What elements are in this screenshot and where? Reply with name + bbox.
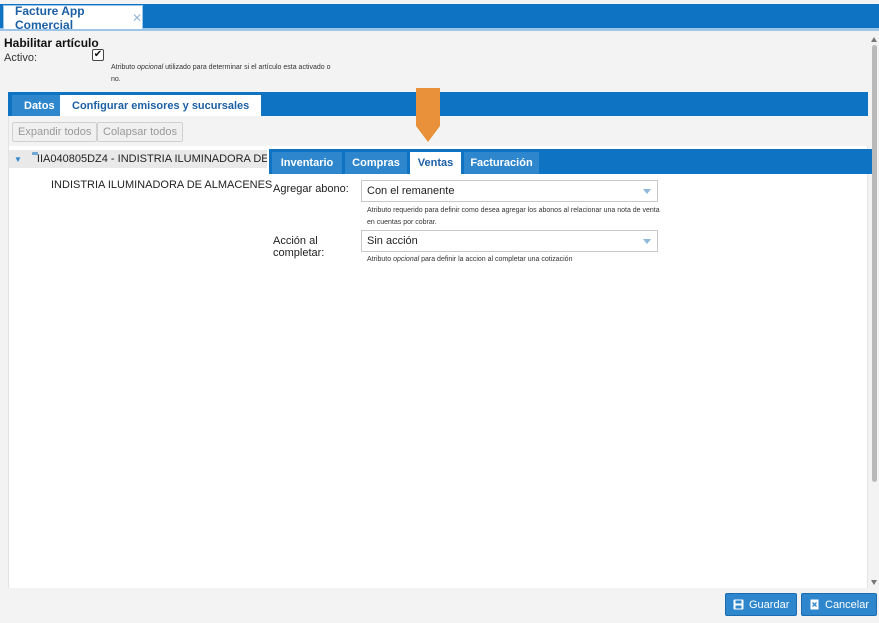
collapse-all-button[interactable]: Colapsar todos [97,122,183,142]
title-bar: Facture App Comercial ✕ [0,0,879,32]
tab-datos[interactable]: Datos [12,95,67,116]
agregar-abono-help: Atributo requerido para definir como des… [367,207,660,226]
tree-child-node[interactable]: INDISTRIA ILUMINADORA DE ALMACENES [51,179,272,191]
footer-bar: Guardar Cancelar [0,588,879,623]
close-icon[interactable]: ✕ [132,11,142,25]
accion-completar-value: Sin acción [367,235,418,247]
content-frame: Expandir todos Colapsar todos ▼ IIA04080… [8,116,874,588]
checkmark-icon: ✔ [93,49,103,60]
tab-facturacion[interactable]: Facturación [464,152,539,174]
expand-all-button[interactable]: Expandir todos [12,122,98,142]
cancel-button[interactable]: Cancelar [801,593,878,616]
cancel-button-label: Cancelar [825,598,870,611]
accion-completar-label: Acción al completar: [273,235,325,259]
tab-inventario[interactable]: Inventario [272,152,342,174]
section-title: Habilitar artículo [4,36,99,50]
accion-completar-help: Atributo opcional para definir la accion… [367,256,573,263]
activo-checkbox[interactable]: ✔ [92,49,104,61]
tab-compras[interactable]: Compras [345,152,407,174]
app-tab[interactable]: Facture App Comercial ✕ [3,3,143,32]
save-button[interactable]: Guardar [725,593,798,616]
tree-root-node[interactable]: ▼ IIA040805DZ4 - INDISTRIA ILUMINADORA D… [9,150,267,168]
tab-configurar-emisores[interactable]: Configurar emisores y sucursales [60,95,262,116]
arrow-down-icon [416,88,440,142]
tree-root-label: IIA040805DZ4 - INDISTRIA ILUMINADORA DE … [36,153,267,165]
activo-help-text: Atributo opcional utilizado para determi… [111,64,331,83]
document-cancel-icon [810,599,819,610]
app-tab-label: Facture App Comercial [15,3,85,32]
save-button-label: Guardar [749,598,790,611]
agregar-abono-value: Con el remanente [367,185,455,197]
tree-panel: ▼ IIA040805DZ4 - INDISTRIA ILUMINADORA D… [9,147,272,588]
chevron-down-icon [643,239,651,244]
triangle-down-icon[interactable]: ▼ [14,155,22,164]
scroll-thumb[interactable] [872,45,877,482]
vertical-scrollbar[interactable] [870,33,879,588]
accion-completar-select[interactable]: Sin acción [361,230,658,252]
chevron-down-icon [643,189,651,194]
floppy-disk-icon [733,599,744,610]
tab-ventas[interactable]: Ventas [410,152,461,174]
scroll-up-icon[interactable] [871,37,877,42]
scroll-down-icon[interactable] [871,580,877,585]
agregar-abono-label: Agregar abono: [273,183,349,195]
agregar-abono-select[interactable]: Con el remanente [361,180,658,202]
activo-label: Activo: [4,52,38,64]
sub-tabs-bar: Inventario Compras Ventas Facturación [269,149,874,174]
